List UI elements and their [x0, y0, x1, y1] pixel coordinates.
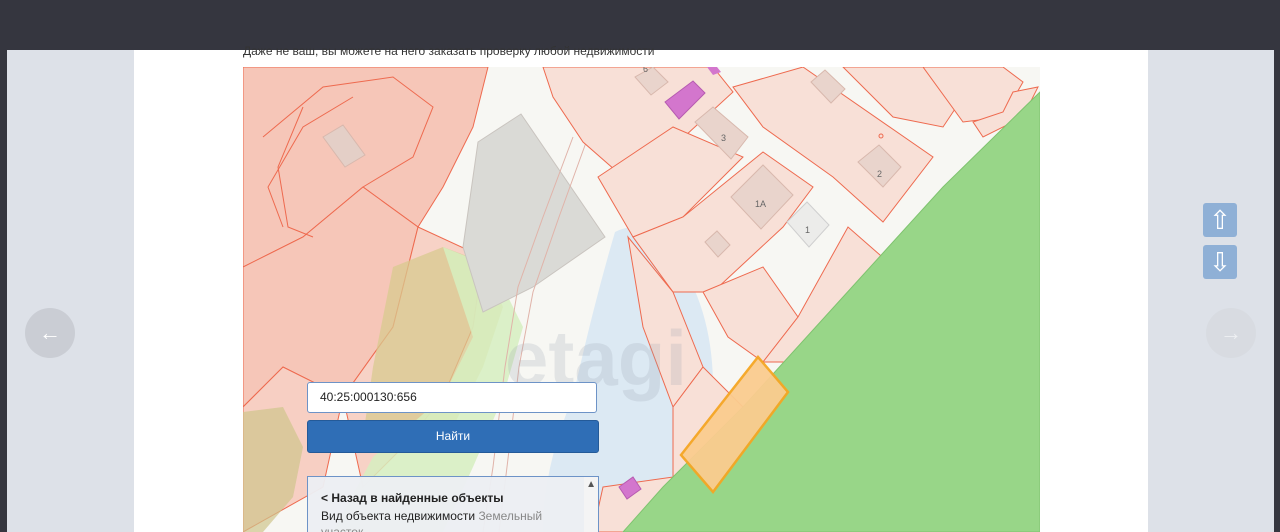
- property-type-row: Вид объекта недвижимости Земельный участ…: [321, 508, 561, 532]
- right-frame-edge: [1274, 50, 1280, 532]
- arrow-down-icon: ⇩: [1209, 247, 1231, 277]
- back-to-results-link[interactable]: < Назад в найденные объекты: [321, 491, 503, 505]
- building-label: 3: [721, 133, 726, 143]
- panel-scrollbar[interactable]: ▲: [584, 477, 598, 532]
- find-button[interactable]: Найти: [307, 420, 599, 453]
- arrow-left-icon: ←: [39, 320, 61, 345]
- next-photo-button[interactable]: →: [1206, 308, 1256, 358]
- property-type-label: Вид объекта недвижимости: [321, 509, 476, 523]
- building-label: 6: [643, 67, 648, 74]
- cadastral-number-value: 40:25:000130:656: [320, 390, 417, 404]
- scroll-up-button[interactable]: ⇧: [1203, 203, 1237, 237]
- building-label: 1: [805, 225, 810, 235]
- cadastral-map[interactable]: etagi 6 3 2 1А 1: [243, 67, 1040, 532]
- building-label: 1А: [755, 199, 766, 209]
- map-canvas[interactable]: etagi 6 3 2 1А 1: [243, 67, 1040, 532]
- left-frame-edge: [0, 50, 7, 532]
- cadastral-number-input[interactable]: 40:25:000130:656: [307, 382, 597, 413]
- top-bar: [0, 0, 1280, 50]
- chevron-up-icon[interactable]: ▲: [586, 479, 596, 490]
- prev-photo-button[interactable]: ←: [25, 308, 75, 358]
- arrow-right-icon: →: [1220, 320, 1242, 345]
- building-label: 2: [877, 169, 882, 179]
- caption-text: Даже не ваш, вы можете на него заказать …: [243, 44, 655, 58]
- arrow-up-icon: ⇧: [1209, 205, 1231, 235]
- result-panel: < Назад в найденные объекты Вид объекта …: [307, 476, 599, 532]
- scroll-down-button[interactable]: ⇩: [1203, 245, 1237, 279]
